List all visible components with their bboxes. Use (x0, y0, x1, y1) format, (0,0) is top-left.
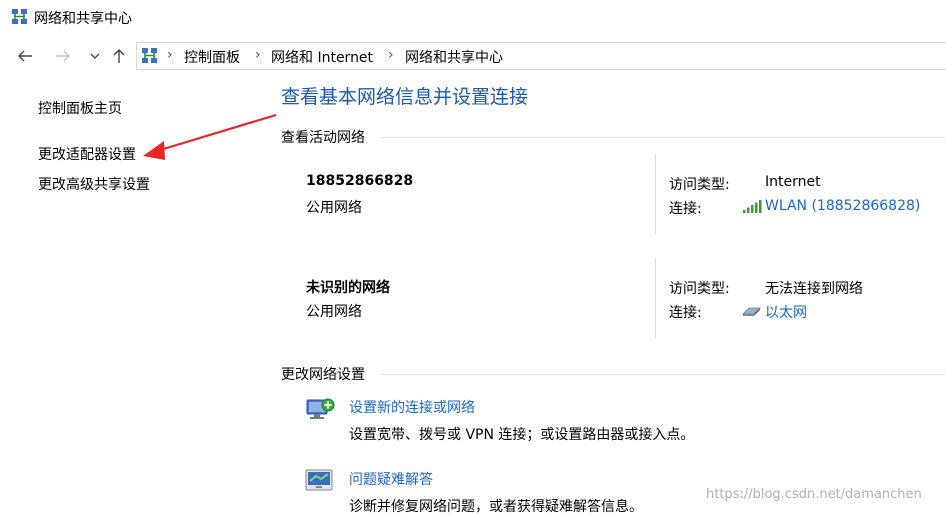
network-center-icon (12, 9, 27, 24)
section-divider (381, 137, 946, 138)
ethernet-icon (742, 307, 761, 316)
watermark-text: https://blog.csdn.net/damanchen (706, 487, 922, 502)
sidebar-item-advanced-sharing-settings[interactable]: 更改高级共享设置 (38, 174, 150, 194)
setup-new-connection-link[interactable]: 设置新的连接或网络 (349, 397, 475, 417)
access-type-value: 无法连接到网络 (765, 281, 863, 297)
new-connection-icon[interactable] (304, 396, 336, 424)
network-profile-type: 公用网络 (306, 304, 362, 320)
network-divider (655, 258, 656, 338)
wifi-signal-icon (743, 200, 762, 213)
address-bar[interactable]: › 控制面板 › 网络和 Internet › 网络和共享中心 (136, 42, 946, 70)
sidebar-item-change-adapter-settings[interactable]: 更改适配器设置 (38, 144, 136, 164)
access-type-label: 访问类型: (669, 177, 730, 193)
network-profile-type: 公用网络 (306, 200, 362, 216)
ethernet-connection-link[interactable]: 以太网 (765, 302, 807, 322)
arrow-left-icon (18, 50, 32, 62)
breadcrumb-control-panel[interactable]: 控制面板 (184, 47, 240, 67)
network-name: 未识别的网络 (306, 280, 390, 296)
wlan-connection-link[interactable]: WLAN (18852866828) (765, 198, 920, 214)
section-divider (381, 374, 946, 375)
troubleshoot-problems-link[interactable]: 问题疑难解答 (349, 469, 433, 489)
page-title: 查看基本网络信息并设置连接 (281, 86, 529, 108)
breadcrumb-network-sharing-center[interactable]: 网络和共享中心 (405, 47, 503, 67)
breadcrumb-network-internet[interactable]: 网络和 Internet (271, 47, 373, 67)
network-name: 18852866828 (306, 173, 414, 189)
recent-locations-button[interactable] (84, 46, 106, 66)
window-title: 网络和共享中心 (34, 11, 132, 27)
connection-label: 连接: (669, 305, 702, 321)
forward-button[interactable] (52, 46, 74, 66)
network-center-icon (142, 48, 157, 63)
connection-label: 连接: (669, 201, 702, 217)
setup-new-connection-description: 设置宽带、拨号或 VPN 连接；或设置路由器或接入点。 (349, 427, 695, 443)
network-divider (655, 154, 656, 234)
change-settings-heading: 更改网络设置 (281, 367, 365, 383)
troubleshoot-problems-description: 诊断并修复网络问题，或者获得疑难解答信息。 (349, 499, 643, 514)
troubleshoot-icon[interactable] (304, 466, 336, 494)
sidebar-item-control-panel-home[interactable]: 控制面板主页 (38, 98, 122, 118)
access-type-label: 访问类型: (669, 281, 730, 297)
title-bar: 网络和共享中心 (0, 0, 946, 34)
sidebar: 控制面板主页 更改适配器设置 更改高级共享设置 (0, 74, 260, 514)
active-networks-heading: 查看活动网络 (281, 130, 365, 146)
arrow-right-icon (56, 50, 70, 62)
breadcrumb-separator[interactable]: › (167, 47, 173, 63)
breadcrumb-separator[interactable]: › (255, 47, 261, 63)
up-button[interactable] (108, 46, 130, 66)
chevron-down-icon (90, 53, 100, 59)
access-type-value: Internet (765, 174, 821, 190)
breadcrumb-separator[interactable]: › (388, 47, 394, 63)
back-button[interactable] (14, 46, 36, 66)
arrow-up-icon (113, 49, 125, 63)
